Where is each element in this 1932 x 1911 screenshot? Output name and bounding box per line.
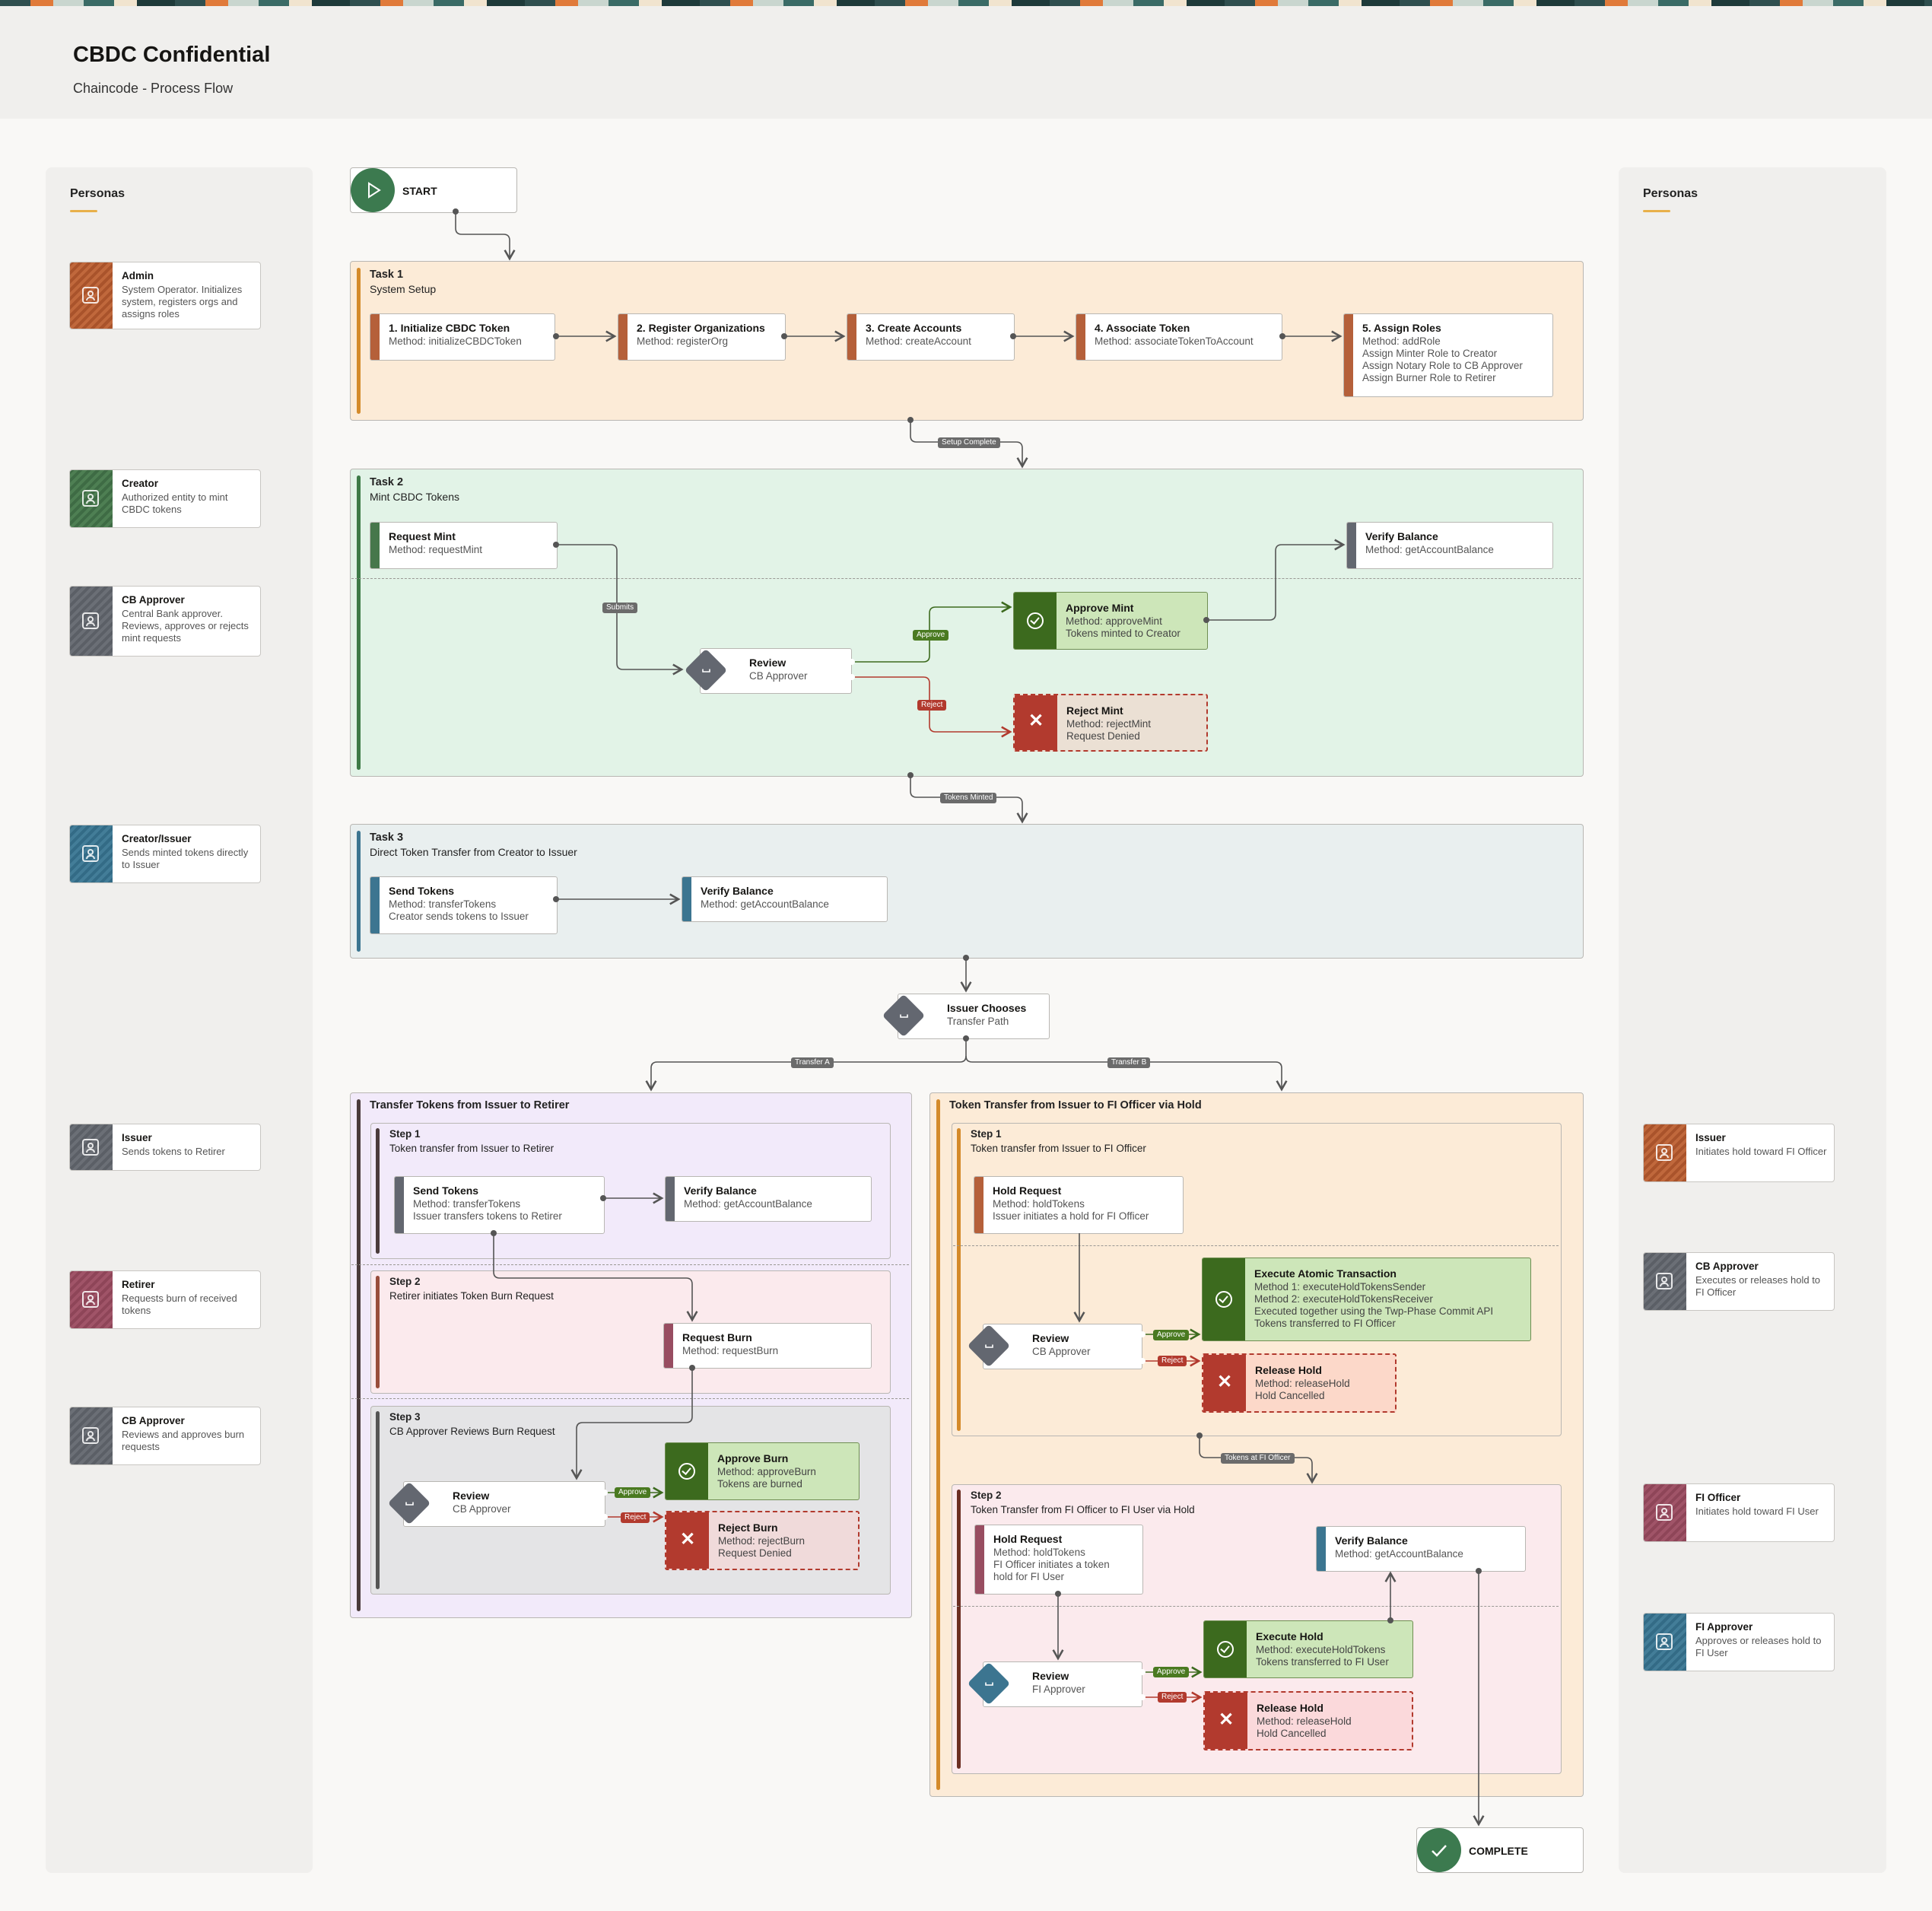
port-dot <box>907 772 914 778</box>
port-dot <box>1139 1669 1146 1675</box>
port-dot <box>553 333 559 339</box>
port-dot <box>1279 333 1285 339</box>
port-dot <box>602 1514 608 1520</box>
port-dot <box>1476 1568 1482 1574</box>
port-dot <box>491 1230 497 1236</box>
edge-request-review-burn <box>570 1368 693 1480</box>
port-dot <box>907 417 914 423</box>
port-dot <box>1139 1358 1146 1364</box>
port-dot <box>1139 1331 1146 1337</box>
edge-label-tokens-at-fi-officer: Tokens at FI Officer <box>1221 1453 1295 1464</box>
port-dot <box>553 896 559 902</box>
edge-label-reject: Reject <box>621 1512 650 1523</box>
port-dot <box>1010 333 1016 339</box>
edge-send-request-burn <box>493 1233 698 1322</box>
port-dot <box>689 1365 695 1371</box>
edge-label-transfer-a: Transfer A <box>791 1057 834 1068</box>
port-dot <box>963 1035 969 1041</box>
port-dot <box>1055 1591 1061 1597</box>
port-dot <box>849 674 855 680</box>
port-dot <box>553 542 559 548</box>
edge-label-submits: Submits <box>602 603 638 613</box>
edge-label-reject: Reject <box>1158 1692 1187 1703</box>
port-dot <box>602 1490 608 1496</box>
connector-layer <box>453 208 1485 1827</box>
port-dot <box>1387 1617 1393 1623</box>
port-dot <box>453 208 459 215</box>
edge-label-reject: Reject <box>1158 1356 1187 1366</box>
edge-label-approve: Approve <box>615 1487 651 1498</box>
edge-label-reject: Reject <box>917 700 947 711</box>
port-dot <box>600 1195 606 1201</box>
port-dot <box>781 333 787 339</box>
edge-label-approve: Approve <box>1153 1330 1190 1340</box>
edge-label-approve: Approve <box>1153 1667 1190 1677</box>
port-dot <box>849 659 855 665</box>
edge-approve-verify <box>1206 539 1346 621</box>
edge-label-tokens-minted: Tokens Minted <box>940 793 997 803</box>
port-dot <box>1139 1694 1146 1700</box>
edge-label-transfer-b: Transfer B <box>1107 1057 1151 1068</box>
port-dot <box>1203 617 1209 623</box>
port-dot <box>1196 1432 1203 1439</box>
edge-start-task1 <box>455 211 516 261</box>
edge-label-setup-complete: Setup Complete <box>938 437 1000 448</box>
port-dot <box>963 955 969 961</box>
edge-label-approve: Approve <box>913 630 949 641</box>
